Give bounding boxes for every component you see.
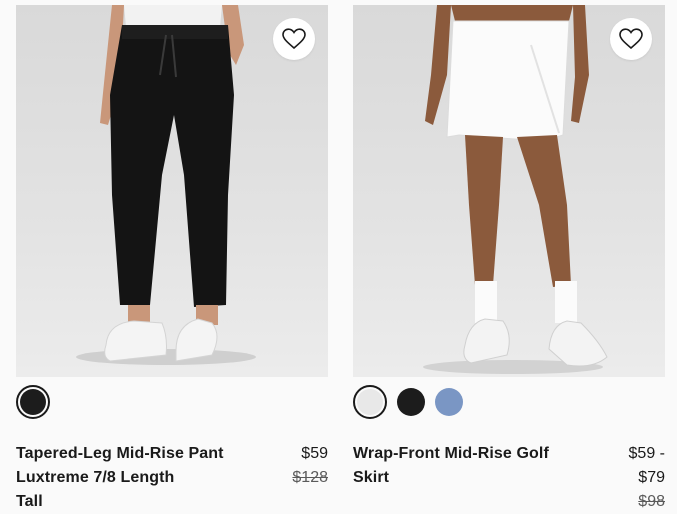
product-photo-skirt xyxy=(423,5,608,374)
product-image[interactable] xyxy=(16,5,328,377)
product-card[interactable]: Tapered-Leg Mid-Rise Pant Luxtreme 7/8 L… xyxy=(16,0,328,514)
product-name[interactable]: Tapered-Leg Mid-Rise Pant Luxtreme 7/8 L… xyxy=(16,442,246,514)
color-swatch-black[interactable] xyxy=(16,385,50,419)
product-info: Wrap-Front Mid-Rise Golf Skirt $59 - $79… xyxy=(353,442,665,514)
price-range-low: $59 - xyxy=(628,445,665,462)
product-name[interactable]: Wrap-Front Mid-Rise Golf Skirt xyxy=(353,442,583,514)
color-swatches xyxy=(353,384,665,420)
heart-outline-icon xyxy=(619,28,643,50)
original-price: $128 xyxy=(292,469,328,486)
product-info: Tapered-Leg Mid-Rise Pant Luxtreme 7/8 L… xyxy=(16,442,328,514)
swatch-color xyxy=(357,389,383,415)
wishlist-button[interactable] xyxy=(273,18,315,60)
swatch-color xyxy=(20,389,46,415)
product-image[interactable] xyxy=(353,5,665,377)
product-name-line: Tall xyxy=(16,493,43,510)
heart-outline-icon xyxy=(282,28,306,50)
sale-price: $59 xyxy=(301,445,328,462)
product-card[interactable]: Wrap-Front Mid-Rise Golf Skirt $59 - $79… xyxy=(353,0,665,514)
price-block: $59 - $79 $98 xyxy=(629,442,665,514)
product-name-line: Skirt xyxy=(353,469,390,486)
product-name-line: Tapered-Leg Mid-Rise Pant xyxy=(16,445,224,462)
product-name-line: Luxtreme 7/8 Length xyxy=(16,469,175,486)
wishlist-button[interactable] xyxy=(610,18,652,60)
price-range-high: $79 xyxy=(638,469,665,486)
original-price: $98 xyxy=(638,493,665,510)
price-block: $59 $128 xyxy=(292,442,328,514)
product-photo-pant xyxy=(76,5,256,365)
color-swatch-blue[interactable] xyxy=(435,388,463,416)
product-name-line: Wrap-Front Mid-Rise Golf xyxy=(353,445,549,462)
color-swatches xyxy=(16,384,328,420)
color-swatch-black[interactable] xyxy=(397,388,425,416)
color-swatch-white[interactable] xyxy=(353,385,387,419)
